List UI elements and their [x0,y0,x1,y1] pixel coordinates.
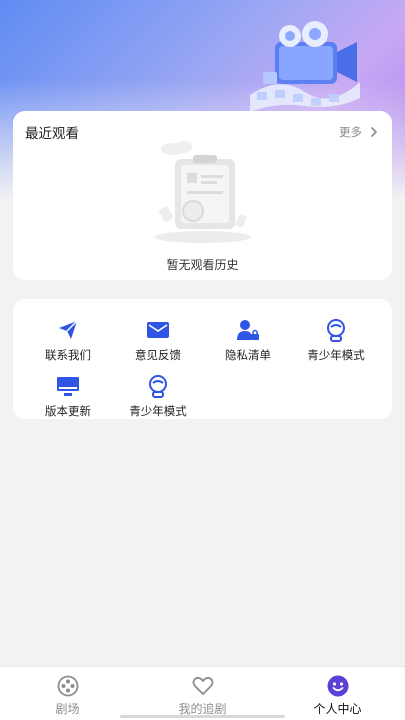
recent-watch-card: 最近观看 更多 暂无观看历史 [13,111,392,280]
privacy-user-icon [235,317,261,343]
recent-watch-title: 最近观看 [25,126,79,142]
bottom-tab-bar: 剧场 我的追剧 个人中心 [0,666,405,720]
more-button[interactable]: 更多 [339,124,380,140]
tool-teen-mode[interactable]: 青少年模式 [291,317,381,363]
home-indicator [120,715,285,718]
monitor-icon [55,373,81,399]
tab-label: 剧场 [55,702,80,716]
tab-label: 个人中心 [313,702,362,716]
heart-icon [192,676,213,695]
film-reel-icon [57,675,78,697]
tool-privacy-list[interactable]: 隐私清单 [203,317,293,363]
send-icon [55,317,81,343]
tool-teen-mode-2[interactable]: 青少年模式 [113,373,203,419]
teen-mode-icon [323,317,349,343]
tab-theater[interactable]: 剧场 [0,667,135,720]
tool-label: 联系我们 [45,348,91,362]
more-label: 更多 [339,125,362,139]
empty-history-text: 暂无观看历史 [166,258,239,272]
tab-profile[interactable]: 个人中心 [270,667,405,720]
tab-my-shows[interactable]: 我的追剧 [135,667,270,720]
empty-clipboard-illustration [155,141,251,243]
film-camera-illustration [250,21,360,112]
tool-label: 版本更新 [45,404,91,418]
tools-card: 联系我们 意见反馈 隐私清单 青少年模式 版本更新 青少年模式 [13,299,392,419]
tool-version-update[interactable]: 版本更新 [23,373,113,419]
tool-label: 隐私清单 [225,348,271,362]
mail-icon [145,317,171,343]
tool-feedback[interactable]: 意见反馈 [113,317,203,363]
tool-contact-us[interactable]: 联系我们 [23,317,113,363]
tool-label: 意见反馈 [135,348,181,362]
tool-label: 青少年模式 [129,404,187,418]
tool-label: 青少年模式 [307,348,365,362]
chevron-right-icon [371,127,377,137]
teen-mode-icon [145,373,171,399]
smiley-icon [327,675,348,697]
